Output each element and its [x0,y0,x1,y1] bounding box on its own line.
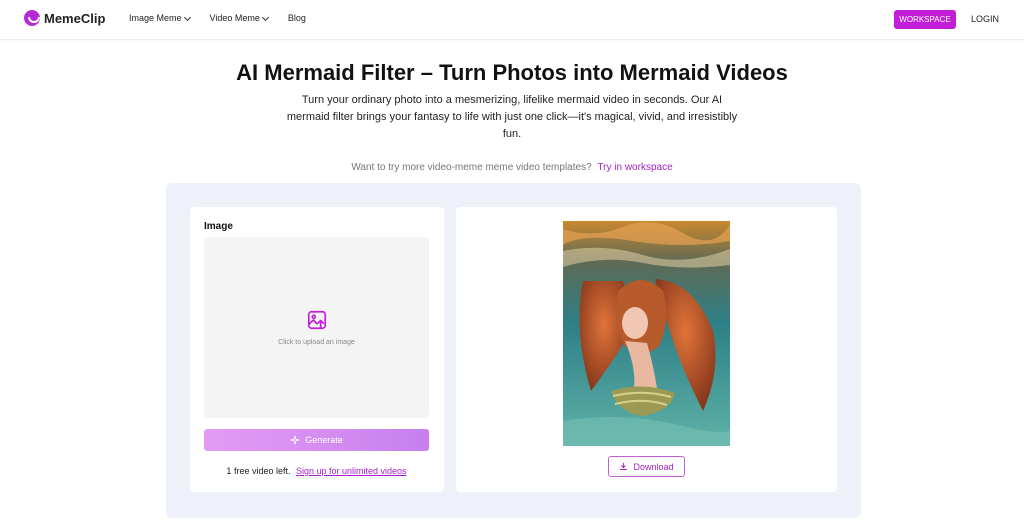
chevron-down-icon [261,13,269,21]
try-text: Want to try more video-meme meme video t… [351,162,592,173]
download-label: Download [633,461,674,472]
nav-label: Blog [287,13,306,23]
workspace-button[interactable]: WORKSPACE [894,10,956,29]
nav-label: Video Meme [209,13,260,23]
free-count: 1 [226,466,232,476]
page-title: AI Mermaid Filter – Turn Photos into Mer… [236,60,788,85]
download-icon [620,462,628,470]
nav-label: Image Meme [129,13,182,23]
chevron-down-icon [183,13,191,21]
image-upload-area[interactable]: Click to upload an image [204,237,429,418]
mermaid-preview-image [563,221,730,446]
signup-link[interactable]: Sign up for unlimited videos [296,466,407,476]
try-workspace-line: Want to try more video-meme meme video t… [0,162,1024,173]
mermaid-illustration [563,221,730,446]
brand-logo[interactable]: MemeClip [24,10,105,26]
nav-image-meme[interactable]: Image Meme [129,13,191,23]
nav-video-meme[interactable]: Video Meme [209,13,269,23]
main-nav: Image Meme Video Meme Blog [129,13,306,23]
upload-hint: Click to upload an image [278,339,355,346]
page-subtitle: Turn your ordinary photo into a mesmeriz… [286,94,738,140]
download-button[interactable]: Download [608,456,685,477]
free-text: free video left. [233,466,291,476]
sparkle-icon [290,435,300,445]
brand-name: MemeClip [44,10,106,26]
try-workspace-link[interactable]: Try in workspace [597,162,672,173]
image-label: Image [204,221,233,232]
top-navbar: MemeClip Image Meme Video Meme Blog WORK… [0,0,1024,40]
generate-label: Generate [305,435,343,445]
smile-logo-icon [24,10,40,26]
nav-blog[interactable]: Blog [288,13,306,23]
generate-button[interactable]: Generate [204,429,429,451]
free-usage-line: 1 free video left. Sign up for unlimited… [204,466,429,476]
login-button[interactable]: LOGIN [971,14,999,24]
image-upload-icon [307,310,326,330]
